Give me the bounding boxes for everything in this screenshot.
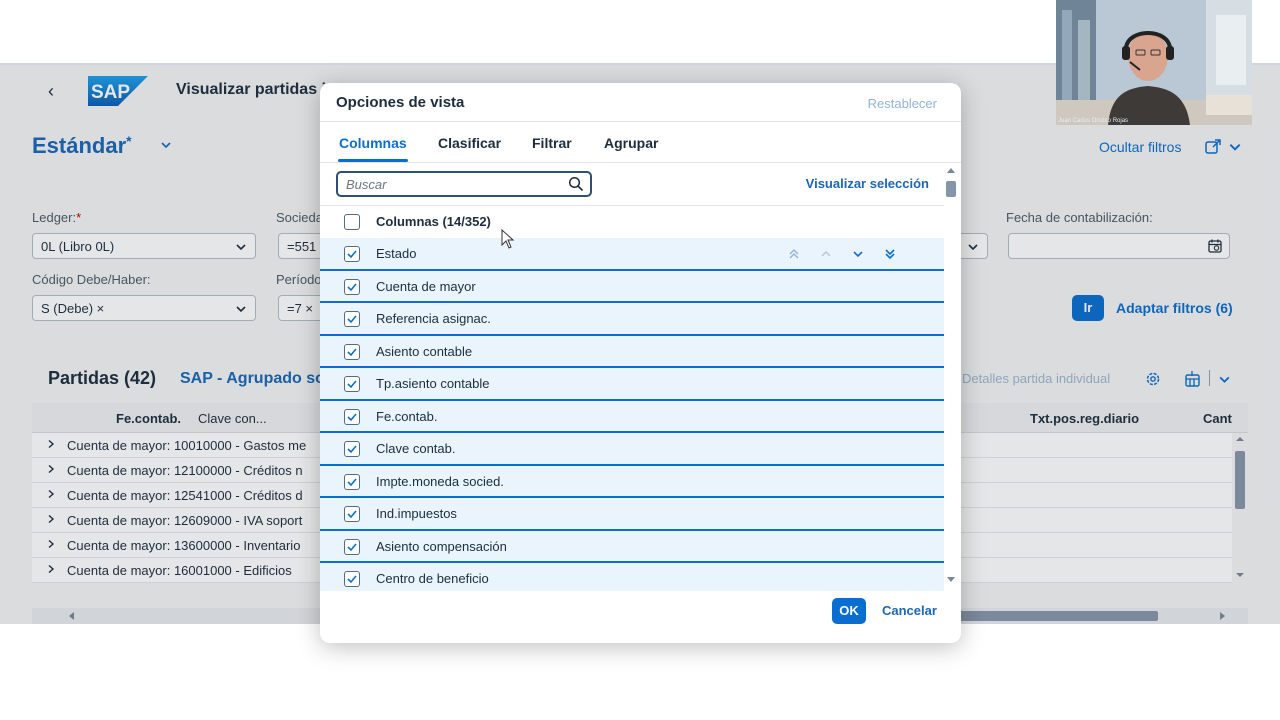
checkmark-icon [347, 282, 357, 291]
list-item-label: Fe.contab. [376, 408, 438, 424]
ok-button[interactable]: OK [832, 598, 866, 624]
item-checkbox[interactable] [344, 278, 360, 295]
divider [320, 162, 961, 163]
list-item-label: Columnas (14/352) [376, 214, 491, 229]
cancel-button[interactable]: Cancelar [882, 603, 937, 618]
checkmark-icon [347, 510, 357, 519]
checkmark-icon [347, 380, 357, 389]
item-checkbox[interactable] [344, 441, 360, 457]
checkmark-icon [347, 445, 357, 454]
item-checkbox[interactable] [344, 408, 360, 425]
checkmark-icon [347, 347, 357, 356]
checkmark-icon [347, 412, 357, 421]
checkmark-icon [347, 315, 357, 324]
search-icon[interactable] [568, 176, 584, 192]
list-item[interactable]: Referencia asignac. [320, 303, 944, 336]
list-item[interactable]: Asiento compensación [320, 530, 944, 563]
select-all-item[interactable]: Columnas (14/352) [320, 206, 944, 239]
reset-button[interactable]: Restablecer [868, 96, 937, 111]
scroll-up-icon[interactable] [947, 167, 955, 175]
move-to-bottom-icon[interactable] [883, 247, 897, 261]
list-item-label: Referencia asignac. [376, 311, 491, 326]
list-item-label: Centro de beneficio [376, 571, 489, 586]
list-scrollbar[interactable] [944, 165, 958, 585]
list-item[interactable]: Fe.contab. [320, 400, 944, 433]
mouse-cursor-icon [501, 229, 515, 249]
list-item-label: Asiento contable [376, 343, 473, 359]
item-checkbox[interactable] [344, 506, 360, 522]
tab-sort[interactable]: Clasificar [438, 135, 501, 151]
checkmark-icon [347, 542, 357, 551]
scroll-thumb[interactable] [946, 181, 956, 197]
item-checkbox[interactable] [344, 246, 360, 262]
tab-group[interactable]: Agrupar [604, 135, 658, 151]
checkmark-icon [347, 477, 357, 486]
list-item-label: Asiento compensación [376, 538, 507, 554]
list-item[interactable]: Centro de beneficio [320, 563, 944, 591]
list-item-label: Clave contab. [376, 441, 456, 456]
tab-columns[interactable]: Columnas [339, 135, 407, 151]
select-all-checkbox[interactable] [344, 214, 360, 230]
list-item-label: Tp.asiento contable [376, 376, 490, 391]
webcam-overlay: Juan Carlos Orozco Rojas [1056, 0, 1252, 125]
show-selected-button[interactable]: Visualizar selección [806, 176, 929, 191]
dialog-title: Opciones de vista [336, 94, 465, 111]
view-settings-dialog: Opciones de vista Restablecer Columnas C… [320, 83, 961, 643]
item-checkbox[interactable] [344, 311, 360, 327]
item-checkbox[interactable] [344, 473, 360, 490]
list-item[interactable]: Clave contab. [320, 433, 944, 466]
list-item[interactable]: Estado [320, 238, 944, 271]
item-checkbox[interactable] [344, 376, 360, 392]
scroll-down-icon[interactable] [947, 575, 955, 583]
move-up-icon[interactable] [819, 247, 833, 261]
move-down-icon[interactable] [851, 247, 865, 261]
tab-filter[interactable]: Filtrar [532, 135, 572, 151]
divider [320, 121, 961, 122]
search-field[interactable] [336, 171, 592, 197]
list-item[interactable]: Ind.impuestos [320, 498, 944, 531]
list-item-label: Ind.impuestos [376, 506, 457, 521]
list-item-label: Cuenta de mayor [376, 278, 476, 294]
screen: ‹ SAP Visualizar partidas i Estándar* Oc… [0, 0, 1280, 720]
item-checkbox[interactable] [344, 538, 360, 555]
list-item[interactable]: Asiento contable [320, 335, 944, 368]
list-item-label: Impte.moneda socied. [376, 473, 504, 489]
presenter-video [1056, 0, 1252, 125]
search-input[interactable] [346, 176, 556, 192]
list-item-label: Estado [376, 246, 417, 261]
checkmark-icon [347, 250, 357, 259]
list-item[interactable]: Tp.asiento contable [320, 368, 944, 401]
list-item[interactable]: Cuenta de mayor [320, 270, 944, 303]
move-to-top-icon[interactable] [787, 247, 801, 261]
webcam-caption: Juan Carlos Orozco Rojas [1058, 118, 1129, 124]
checkmark-icon [347, 575, 357, 584]
item-checkbox[interactable] [344, 343, 360, 360]
item-checkbox[interactable] [344, 571, 360, 587]
list-item[interactable]: Impte.moneda socied. [320, 465, 944, 498]
column-list: Columnas (14/352) Estado Cuenta de mayor… [320, 206, 944, 591]
